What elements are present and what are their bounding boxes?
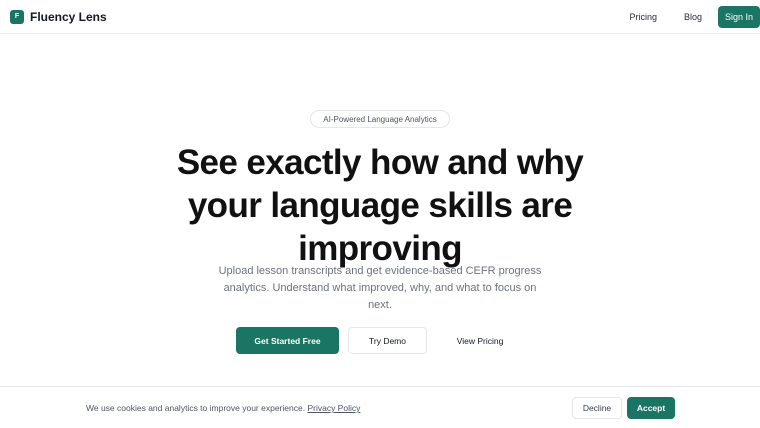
decline-cookies-button[interactable]: Decline bbox=[572, 397, 622, 419]
subtext-line: analytics. Understand what improved, why… bbox=[223, 282, 537, 294]
hero-headline: See exactly how and why your language sk… bbox=[0, 141, 760, 270]
subtext-line: Upload lesson transcripts and get eviden… bbox=[218, 265, 542, 277]
headline-line: See exactly how and why bbox=[176, 143, 584, 182]
nav-link-pricing[interactable]: Pricing bbox=[629, 12, 657, 22]
top-navbar: F Fluency Lens Pricing Blog Sign In bbox=[0, 0, 760, 34]
try-demo-button[interactable]: Try Demo bbox=[348, 327, 427, 354]
sign-in-button[interactable]: Sign In bbox=[718, 5, 760, 28]
hero-subtext: Upload lesson transcripts and get eviden… bbox=[205, 263, 555, 314]
cookie-banner: We use cookies and analytics to improve … bbox=[0, 386, 760, 428]
brand[interactable]: F Fluency Lens bbox=[10, 9, 107, 24]
nav-link-blog[interactable]: Blog bbox=[684, 12, 702, 22]
nav-menu: Pricing Blog Sign In bbox=[629, 0, 760, 34]
landing-page: F Fluency Lens Pricing Blog Sign In AI-P… bbox=[0, 0, 760, 428]
get-started-button[interactable]: Get Started Free bbox=[236, 327, 339, 354]
hero-badge: AI-Powered Language Analytics bbox=[310, 110, 450, 128]
privacy-policy-link[interactable]: Privacy Policy bbox=[307, 403, 360, 413]
view-pricing-button[interactable]: View Pricing bbox=[438, 327, 522, 354]
accept-cookies-button[interactable]: Accept bbox=[627, 397, 675, 419]
cookie-message: We use cookies and analytics to improve … bbox=[86, 403, 360, 413]
logo-icon: F bbox=[10, 9, 24, 24]
cookie-text: We use cookies and analytics to improve … bbox=[86, 403, 306, 413]
brand-name: Fluency Lens bbox=[30, 9, 107, 24]
headline-line: your language skills are bbox=[187, 186, 573, 225]
subtext-line: next. bbox=[368, 299, 392, 311]
